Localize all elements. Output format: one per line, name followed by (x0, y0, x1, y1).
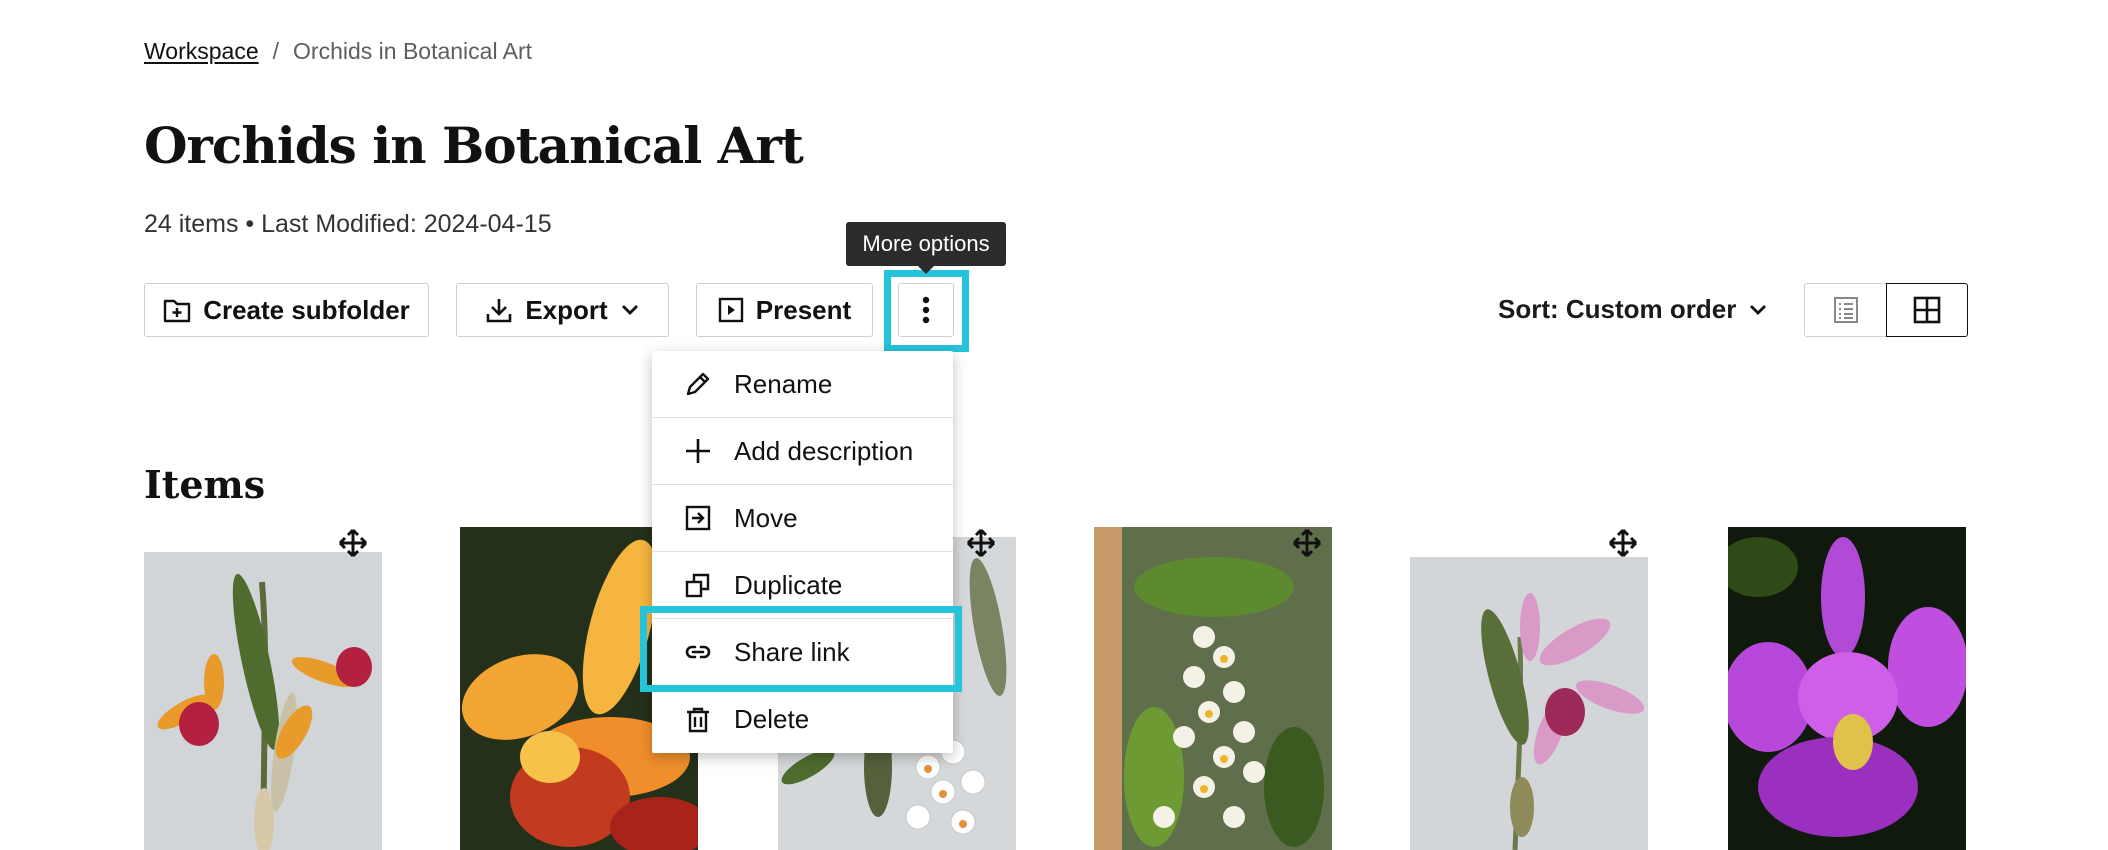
drag-handle-icon[interactable] (966, 528, 996, 558)
menu-item-label: Duplicate (734, 569, 843, 600)
trash-icon (687, 707, 709, 732)
drag-handle-icon[interactable] (1608, 528, 1638, 558)
drag-handle-icon[interactable] (1292, 528, 1322, 558)
menu-item-add-description[interactable]: Add description (652, 418, 953, 485)
more-options-menu: Rename Add description Move Duplicate Sh… (652, 351, 953, 753)
chevron-down-icon (1750, 304, 1767, 315)
list-view-button[interactable] (1804, 283, 1886, 337)
menu-item-label: Delete (734, 704, 810, 734)
thumbnail-orchid-illustration-pink[interactable] (1410, 557, 1648, 850)
breadcrumb-separator: / (272, 38, 280, 64)
menu-item-label: Add description (734, 435, 914, 466)
more-options-tooltip: More options (846, 222, 1006, 274)
menu-item-share-link[interactable]: Share link (652, 619, 953, 686)
sort-label: Sort: Custom order (1498, 294, 1737, 324)
menu-item-label: Share link (734, 636, 850, 667)
menu-item-delete[interactable]: Delete (652, 686, 953, 753)
menu-item-label: Move (734, 502, 798, 533)
create-subfolder-button[interactable]: Create subfolder (144, 283, 429, 337)
menu-item-label: Rename (734, 368, 833, 399)
duplicate-icon (685, 573, 710, 598)
present-play-icon (718, 297, 743, 323)
export-button[interactable]: Export (456, 283, 669, 337)
breadcrumb-link-workspace[interactable]: Workspace (144, 38, 259, 65)
sort-dropdown[interactable]: Sort: Custom order (1498, 294, 1768, 325)
thumbnail-orchid-illustration-orange[interactable] (144, 552, 382, 850)
view-toggle (1804, 283, 1968, 337)
breadcrumb-current: Orchids in Botanical Art (293, 38, 533, 64)
pencil-icon (686, 372, 710, 396)
download-icon (487, 299, 512, 323)
page-title: Orchids in Botanical Art (144, 116, 804, 175)
thumbnail-orchid-photo-purple[interactable] (1728, 527, 1966, 850)
more-options-button[interactable] (898, 283, 954, 337)
item-count-and-modified: 24 items • Last Modified: 2024-04-15 (144, 210, 552, 238)
plus-icon (686, 439, 710, 463)
grid-view-button[interactable] (1886, 283, 1968, 337)
export-label: Export (525, 294, 608, 325)
present-button[interactable]: Present (696, 283, 873, 337)
link-icon (685, 645, 711, 659)
create-subfolder-label: Create subfolder (203, 294, 410, 325)
menu-item-duplicate[interactable]: Duplicate (652, 552, 953, 619)
menu-item-rename[interactable]: Rename (652, 351, 953, 418)
menu-item-move[interactable]: Move (652, 485, 953, 552)
thumbnail-orchid-photo-white-cluster[interactable] (1094, 527, 1332, 850)
list-view-icon (1833, 297, 1858, 323)
move-into-icon (685, 505, 711, 531)
present-label: Present (755, 294, 852, 325)
grid-view-icon (1913, 296, 1941, 324)
folder-plus-icon (163, 299, 191, 323)
items-heading: Items (144, 461, 266, 507)
more-vertical-icon (922, 296, 930, 324)
breadcrumb: Workspace / Orchids in Botanical Art (144, 38, 532, 65)
drag-handle-icon[interactable] (338, 528, 368, 558)
chevron-down-icon (621, 305, 638, 315)
